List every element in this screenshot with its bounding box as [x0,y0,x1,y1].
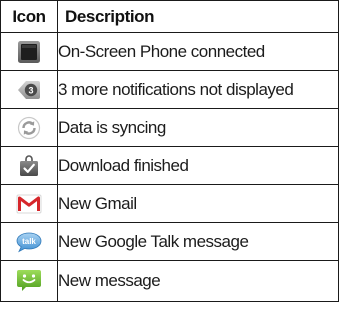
table-row: 3 3 more notifications not displayed [0,70,339,109]
phone-screen-icon [18,40,40,63]
row-description: New message [57,260,339,302]
gmail-icon [16,194,42,213]
google-talk-icon: talk [16,232,42,252]
row-description: New Gmail [57,184,339,223]
header-icon: Icon [0,0,58,33]
download-finished-icon [20,154,38,176]
table-row: Data is syncing [0,108,339,147]
more-notifications-icon: 3 [18,80,40,99]
talk-label: talk [22,237,36,246]
sync-icon [17,116,41,139]
header-description: Description [57,0,339,33]
table-row: talk New Google Talk message [0,222,339,261]
header-row: Icon Description [0,0,339,33]
row-description: Download finished [57,146,339,185]
row-description: New Google Talk message [57,222,339,261]
table-row: New Gmail [0,184,339,223]
row-description: 3 more notifications not displayed [57,70,339,109]
row-description: On-Screen Phone connected [57,32,339,71]
row-description: Data is syncing [57,108,339,147]
table-row: On-Screen Phone connected [0,32,339,71]
new-message-icon [17,270,41,291]
table-row: New message [0,260,339,302]
table-row: Download finished [0,146,339,185]
status-icon-table: Icon Description On-Screen Phone connect… [0,0,339,302]
notification-count-badge: 3 [28,85,33,95]
